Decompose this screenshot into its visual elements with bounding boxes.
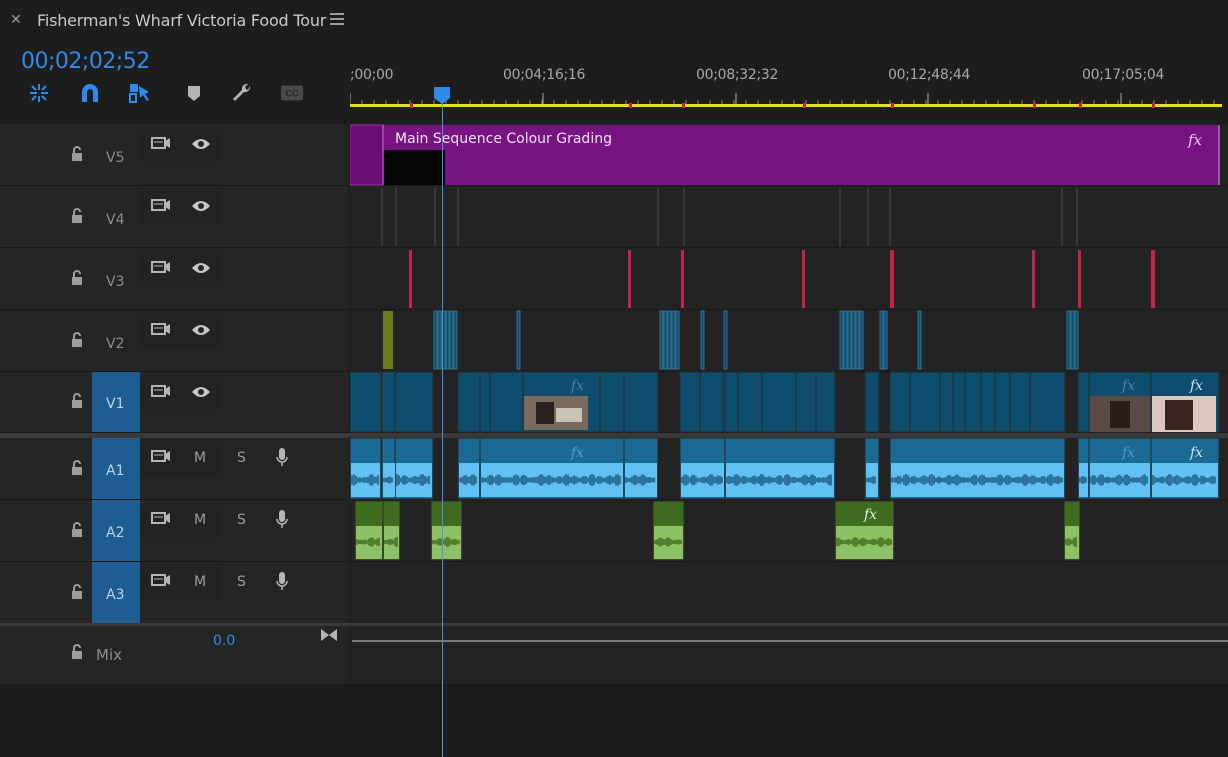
sync-lock-icon[interactable] [151,449,171,463]
ruler-marker [682,103,685,108]
lock-icon[interactable] [70,460,84,476]
lock-icon[interactable] [70,270,84,286]
ruler-marker [1033,103,1036,108]
playhead-timecode[interactable]: 00;02;02;52 [21,49,150,74]
track-target-a2[interactable]: A2 [92,500,140,561]
waveform-bg [383,463,395,497]
captions-icon[interactable]: CC [280,82,304,104]
fx-badge: fx [1189,378,1203,394]
lock-icon[interactable] [70,522,84,538]
fx-badge: fx [1187,131,1203,149]
v2-clip[interactable] [383,311,393,369]
eye-icon[interactable] [191,137,211,151]
eye-icon[interactable] [191,385,211,399]
mix-volume-value[interactable]: 0.0 [213,633,235,649]
eye-icon[interactable] [191,199,211,213]
playhead-line[interactable] [442,100,443,757]
ruler-marker [803,103,806,108]
sync-lock-icon[interactable] [151,136,171,150]
nest-icon[interactable] [27,82,51,104]
settings-wrench-icon[interactable] [230,82,254,104]
hamburger-menu-icon[interactable] [330,13,344,25]
track-name: V1 [106,396,125,412]
ruler-marker [1079,103,1082,108]
bowtie-icon[interactable] [320,628,338,642]
track-target-v1[interactable]: V1 [92,372,140,432]
lock-icon[interactable] [70,393,84,409]
track-name: A2 [106,525,125,541]
sync-lock-icon[interactable] [151,322,171,336]
track-target-a1[interactable]: A1 [92,438,140,499]
work-area-bar[interactable] [350,104,1222,107]
track-name: V5 [106,150,125,166]
fx-badge: fx [1121,445,1135,461]
mute-button[interactable]: M [194,512,206,528]
timeline-clips[interactable]: Main Sequence Colour Grading fx fx fx fx… [350,124,1228,684]
track-name: A1 [106,463,125,479]
ruler-label: 00;17;05;04 [1082,67,1165,83]
sync-lock-icon[interactable] [151,573,171,587]
mute-button[interactable]: M [194,450,206,466]
sync-lock-icon[interactable] [151,384,171,398]
track-name: V4 [106,212,125,228]
ruler-marker [891,103,894,108]
track-target-a3[interactable]: A3 [92,562,140,623]
panel-header: ✕ Fisherman's Wharf Victoria Food Tour [0,0,1228,40]
fx-badge: fx [570,445,584,461]
close-icon[interactable]: ✕ [10,11,22,28]
track-header-mix[interactable] [0,626,349,685]
ruler-label: 00;08;32;32 [696,67,779,83]
lock-icon[interactable] [70,208,84,224]
ruler-marker [1152,103,1155,108]
sync-lock-icon[interactable] [151,511,171,525]
add-marker-icon[interactable] [182,82,206,104]
snap-magnet-icon[interactable] [78,82,102,104]
grading-thumbnail [383,150,445,185]
microphone-icon[interactable] [275,571,289,593]
solo-button[interactable]: S [237,512,246,528]
eye-icon[interactable] [191,261,211,275]
sync-lock-icon[interactable] [151,198,171,212]
linked-selection-icon[interactable] [128,82,152,104]
ruler-ticks [350,93,1222,108]
waveform-bg [866,463,878,497]
lock-icon[interactable] [70,584,84,600]
track-name: V3 [106,274,125,290]
solo-button[interactable]: S [237,450,246,466]
grading-clip-label: Main Sequence Colour Grading [395,131,612,147]
ruler-label: ;00;00 [350,67,394,83]
fx-badge: fx [863,507,877,523]
microphone-icon[interactable] [275,509,289,531]
eye-icon[interactable] [191,323,211,337]
ruler-label: 00;04;16;16 [503,67,586,83]
waveform-bg [726,463,834,497]
ruler-label: 00;12;48;44 [888,67,971,83]
fx-badge: fx [1189,445,1203,461]
microphone-icon[interactable] [275,447,289,469]
fx-badge: fx [570,378,584,394]
lock-icon[interactable] [70,332,84,348]
track-name: Mix [96,646,122,664]
mute-button[interactable]: M [194,574,206,590]
track-name: V2 [106,336,125,352]
svg-text:CC: CC [285,89,299,99]
sequence-tab-title[interactable]: Fisherman's Wharf Victoria Food Tour [37,11,326,30]
ruler-marker [629,103,632,108]
fx-badge: fx [1121,378,1135,394]
lock-icon[interactable] [70,644,84,660]
lock-icon[interactable] [70,146,84,162]
sync-lock-icon[interactable] [151,260,171,274]
track-name: A3 [106,587,125,603]
time-ruler[interactable]: ;00;00 00;04;16;16 00;08;32;32 00;12;48;… [350,60,1228,120]
ruler-marker [410,103,413,108]
solo-button[interactable]: S [237,574,246,590]
